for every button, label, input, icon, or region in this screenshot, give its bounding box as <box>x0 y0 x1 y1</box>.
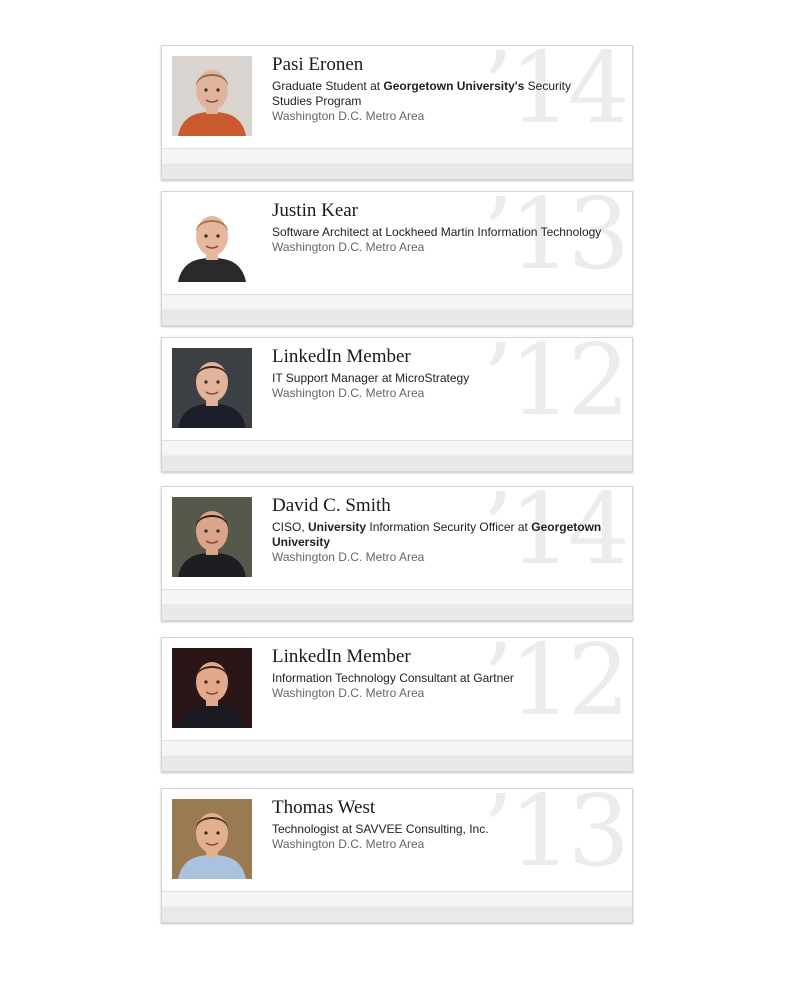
profile-name[interactable]: LinkedIn Member <box>272 646 612 668</box>
profile-location: Washington D.C. Metro Area <box>272 386 425 400</box>
avatar <box>172 497 252 577</box>
profile-info: David C. Smith CISO, University Informat… <box>272 495 612 565</box>
card-footer <box>162 440 632 471</box>
profile-name[interactable]: Thomas West <box>272 797 612 819</box>
headline-segment: CISO, <box>272 520 309 534</box>
profile-photo[interactable] <box>172 56 252 136</box>
profile-card[interactable]: ’12 LinkedIn Member IT Support Manager a… <box>161 337 633 472</box>
profile-name[interactable]: Pasi Eronen <box>272 54 612 76</box>
profile-card[interactable]: ’13 Thomas West Technologist at SAVVEE C… <box>161 788 633 923</box>
headline-segment: Technologist at SAVVEE Consulting, Inc. <box>272 822 489 836</box>
profile-location: Washington D.C. Metro Area <box>272 550 425 564</box>
avatar <box>172 56 252 136</box>
profile-card[interactable]: ’14 Pasi Eronen Graduate Student at Geor… <box>161 45 633 180</box>
headline-segment: Information Technology Consultant at Gar… <box>272 671 514 685</box>
profile-info: Pasi Eronen Graduate Student at Georgeto… <box>272 54 612 124</box>
headline-segment: Graduate Student at <box>272 79 384 93</box>
profile-headline: IT Support Manager at MicroStrategy <box>272 371 612 386</box>
profile-headline: Information Technology Consultant at Gar… <box>272 671 612 686</box>
profile-info: Justin Kear Software Architect at Lockhe… <box>272 200 612 255</box>
card-footer <box>162 891 632 922</box>
profile-card[interactable]: ’13 Justin Kear Software Architect at Lo… <box>161 191 633 326</box>
profile-name[interactable]: Justin Kear <box>272 200 612 222</box>
profile-photo[interactable] <box>172 497 252 577</box>
card-footer <box>162 589 632 620</box>
profile-info: LinkedIn Member Information Technology C… <box>272 646 612 701</box>
profile-location: Washington D.C. Metro Area <box>272 109 425 123</box>
card-footer <box>162 148 632 179</box>
headline-segment: Software Architect at Lockheed Martin In… <box>272 225 602 239</box>
profile-headline: CISO, University Information Security Of… <box>272 520 612 550</box>
profile-headline: Graduate Student at Georgetown Universit… <box>272 79 612 109</box>
avatar <box>172 348 252 428</box>
profile-location: Washington D.C. Metro Area <box>272 837 425 851</box>
profile-info: LinkedIn Member IT Support Manager at Mi… <box>272 346 612 401</box>
profile-headline: Technologist at SAVVEE Consulting, Inc. <box>272 822 612 837</box>
avatar <box>172 799 252 879</box>
card-footer <box>162 294 632 325</box>
headline-segment: Information Security Officer at <box>366 520 532 534</box>
headline-segment: IT Support Manager at MicroStrategy <box>272 371 470 385</box>
profile-photo[interactable] <box>172 348 252 428</box>
profile-name[interactable]: David C. Smith <box>272 495 612 517</box>
profile-card[interactable]: ’12 LinkedIn Member Information Technolo… <box>161 637 633 772</box>
profile-location: Washington D.C. Metro Area <box>272 240 425 254</box>
profile-info: Thomas West Technologist at SAVVEE Consu… <box>272 797 612 852</box>
avatar <box>172 202 252 282</box>
headline-segment: University <box>308 520 367 534</box>
profile-photo[interactable] <box>172 799 252 879</box>
card-footer <box>162 740 632 771</box>
headline-segment: Georgetown University's <box>383 79 525 93</box>
profile-photo[interactable] <box>172 202 252 282</box>
profile-name[interactable]: LinkedIn Member <box>272 346 612 368</box>
profile-location: Washington D.C. Metro Area <box>272 686 425 700</box>
profile-headline: Software Architect at Lockheed Martin In… <box>272 225 612 240</box>
avatar <box>172 648 252 728</box>
profile-card[interactable]: ’14 David C. Smith CISO, University Info… <box>161 486 633 621</box>
profile-photo[interactable] <box>172 648 252 728</box>
